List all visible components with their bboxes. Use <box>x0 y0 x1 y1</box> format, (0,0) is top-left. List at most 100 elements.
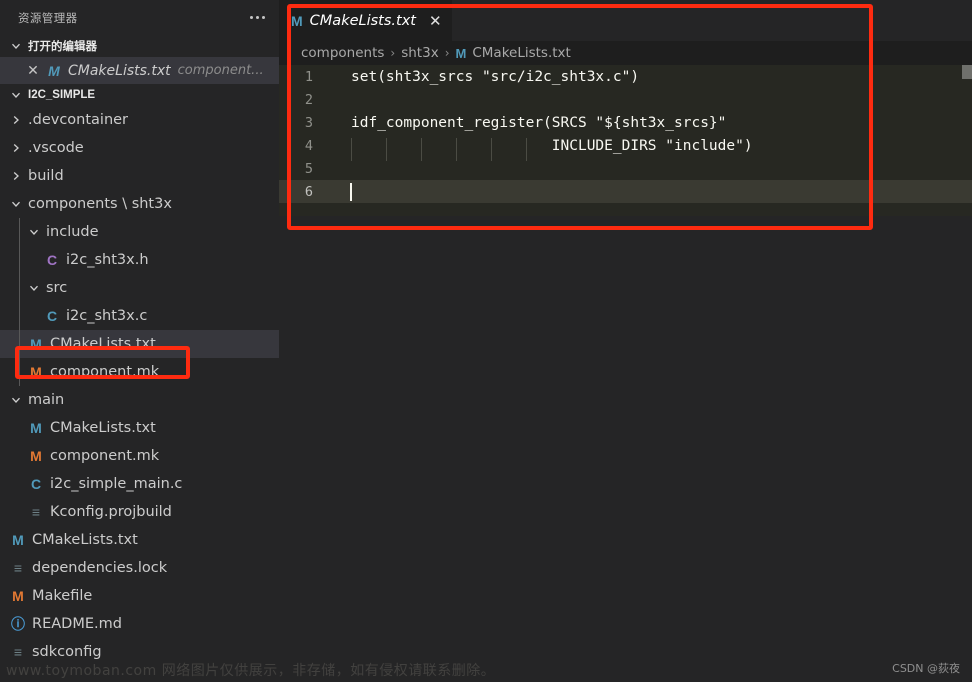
open-editor-label: CMakeLists.txt <box>68 62 171 79</box>
info-circle-icon: ⓘ <box>11 616 25 632</box>
breadcrumb-segment-components[interactable]: components <box>301 45 384 61</box>
tab-cmakelists[interactable]: M CMakeLists.txt ✕ <box>279 0 452 41</box>
section-project-root[interactable]: I2C_SIMPLE <box>0 84 279 106</box>
cmake-file-icon: M <box>455 45 467 61</box>
tree-item-label: CMakeLists.txt <box>50 336 156 352</box>
code-editor[interactable]: 1 set(sht3x_srcs "src/i2c_sht3x.c") 2 3 idf_… <box>279 65 972 216</box>
tree-item-label: CMakeLists.txt <box>50 420 156 436</box>
section-open-editors[interactable]: 打开的编辑器 <box>0 35 279 57</box>
tree-item-label: README.md <box>32 616 122 632</box>
cmake-file-icon: M <box>291 12 303 29</box>
text-lines-icon: ≡ <box>13 644 23 660</box>
tree-indent-guide <box>19 330 20 358</box>
chevron-down-icon <box>26 224 42 240</box>
tree-item-label: main <box>28 392 65 408</box>
tree-item[interactable]: M CMakeLists.txt <box>0 330 279 358</box>
code-lines: 1 set(sht3x_srcs "src/i2c_sht3x.c") 2 3 idf_… <box>279 65 972 203</box>
tree-item-label: include <box>46 224 99 240</box>
tree-item-label: i2c_simple_main.c <box>50 476 183 492</box>
c-source-icon: C <box>46 308 58 324</box>
tree-item[interactable]: build <box>0 162 279 190</box>
editor-area: M CMakeLists.txt ✕ components › sht3x › … <box>279 0 972 682</box>
cmake-file-icon: M <box>30 420 42 436</box>
code-text: INCLUDE_DIRS "include") <box>329 137 753 161</box>
tree-item-label: dependencies.lock <box>32 560 168 576</box>
tree-indent-guide <box>19 358 20 386</box>
close-icon[interactable]: ✕ <box>22 63 44 79</box>
c-source-icon: C <box>30 476 42 492</box>
tree-item[interactable]: M CMakeLists.txt <box>0 414 279 442</box>
tree-indent-guide <box>19 274 20 302</box>
chevron-down-icon <box>8 87 24 103</box>
tree-item[interactable]: M Makefile <box>0 582 279 610</box>
tree-item[interactable]: .vscode <box>0 134 279 162</box>
tree-item[interactable]: src <box>0 274 279 302</box>
tree-indent-guide <box>19 218 20 246</box>
chevron-right-icon: › <box>444 46 450 60</box>
tree-item[interactable]: Ci2c_sht3x.h <box>0 246 279 274</box>
code-line: 6 <box>279 180 972 203</box>
tree-item-label: sdkconfig <box>32 644 102 660</box>
text-lines-icon: ≡ <box>13 560 23 576</box>
vscode-window: 资源管理器 打开的编辑器 ✕ M CMakeLists.txt componen… <box>0 0 972 682</box>
tree-item-label: Kconfig.projbuild <box>50 504 172 520</box>
open-editor-description: component... <box>177 63 264 78</box>
tree-item[interactable]: ⓘ README.md <box>0 610 279 638</box>
scrollbar-thumb[interactable] <box>962 65 972 79</box>
tree-item[interactable]: include <box>0 218 279 246</box>
line-number: 5 <box>304 160 313 177</box>
text-cursor <box>350 182 352 201</box>
cmake-file-icon: M <box>30 336 42 352</box>
code-line: 2 <box>279 88 972 111</box>
editor-empty-background <box>279 232 972 682</box>
tree-item[interactable]: Ci2c_simple_main.c <box>0 470 279 498</box>
line-number: 3 <box>304 114 313 131</box>
tab-label: CMakeLists.txt <box>309 12 416 29</box>
breadcrumb-segment-file[interactable]: CMakeLists.txt <box>472 45 571 61</box>
open-editor-item[interactable]: ✕ M CMakeLists.txt component... <box>0 57 279 84</box>
section-open-editors-label: 打开的编辑器 <box>28 41 97 53</box>
explorer-title: 资源管理器 <box>18 10 78 25</box>
breadcrumb-segment-sht3x[interactable]: sht3x <box>401 45 438 61</box>
tree-item[interactable]: Mcomponent.mk <box>0 358 279 386</box>
tree-item[interactable]: main <box>0 386 279 414</box>
tree-item[interactable]: Mcomponent.mk <box>0 442 279 470</box>
line-number: 2 <box>304 91 313 108</box>
breadcrumb: components › sht3x › M CMakeLists.txt <box>279 41 972 65</box>
tree-indent-guide <box>19 302 20 330</box>
chevron-right-icon <box>8 140 24 156</box>
makefile-icon: M <box>30 364 42 380</box>
file-tree: .devcontainer .vscode build components \ sh… <box>0 106 279 666</box>
tree-item-label: component.mk <box>50 448 160 464</box>
tree-item-label: .devcontainer <box>28 112 129 128</box>
tree-item[interactable]: .devcontainer <box>0 106 279 134</box>
more-actions-icon[interactable] <box>250 16 265 19</box>
text-lines-icon: ≡ <box>31 504 41 520</box>
code-line: 5 <box>279 157 972 180</box>
watermark-site: www.toymoban.com 网络图片仅供展示，非存储，如有侵权请联系删除。 <box>6 663 496 679</box>
c-header-icon: C <box>46 252 58 268</box>
code-text: set(sht3x_srcs "src/i2c_sht3x.c") <box>351 68 640 85</box>
tree-item[interactable]: M CMakeLists.txt <box>0 526 279 554</box>
tree-item-label: component.mk <box>50 364 160 380</box>
line-number: 4 <box>304 137 313 154</box>
chevron-right-icon <box>8 112 24 128</box>
makefile-icon: M <box>12 588 24 604</box>
close-icon[interactable]: ✕ <box>429 12 442 30</box>
project-root-label: I2C_SIMPLE <box>28 89 96 101</box>
tree-item[interactable]: components \ sht3x <box>0 190 279 218</box>
makefile-icon: M <box>30 448 42 464</box>
code-text: idf_component_register(SRCS "${sht3x_src… <box>351 114 727 131</box>
tree-item[interactable]: ≡ Kconfig.projbuild <box>0 498 279 526</box>
tree-item-label: components \ sht3x <box>28 196 172 212</box>
code-line: 1 set(sht3x_srcs "src/i2c_sht3x.c") <box>279 65 972 88</box>
tree-item[interactable]: Ci2c_sht3x.c <box>0 302 279 330</box>
chevron-down-icon <box>8 38 24 54</box>
watermark-csdn: CSDN @荻夜 <box>892 662 960 675</box>
tree-item-label: build <box>28 168 64 184</box>
explorer-header: 资源管理器 <box>0 0 279 35</box>
chevron-down-icon <box>26 280 42 296</box>
tree-item-label: Makefile <box>32 588 93 604</box>
line-number: 6 <box>304 183 313 200</box>
tree-item[interactable]: ≡ dependencies.lock <box>0 554 279 582</box>
